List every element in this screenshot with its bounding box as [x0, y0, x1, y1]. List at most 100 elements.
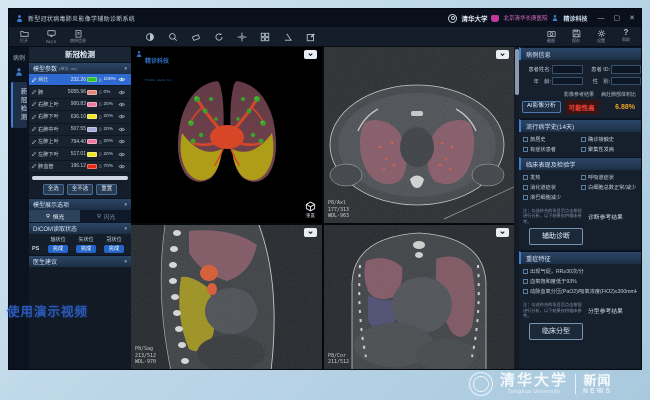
section-clinical[interactable]: 临床表现及检验学	[519, 157, 641, 170]
screenshot-button[interactable]: 截图	[542, 29, 560, 45]
sagittal-ct-slice[interactable]	[131, 225, 322, 369]
section-display-options[interactable]: 模型展示选项 ▾	[29, 198, 131, 210]
model-row-rll[interactable]: 右肺下叶 636.10 20%	[29, 111, 131, 123]
checkbox-travel-history[interactable]: 旅居史	[523, 136, 579, 143]
visibility-eye-icon[interactable]	[118, 138, 126, 145]
tab-flash-light[interactable]: 闪光	[80, 210, 131, 222]
patient-name-input[interactable]	[552, 65, 583, 74]
tab-covid-detection[interactable]: 新冠检测	[11, 82, 27, 128]
gender-input[interactable]	[611, 77, 641, 86]
clinical-typing-button[interactable]: 临床分型	[529, 323, 583, 340]
checkbox-shortness-of-breath[interactable]: 出现气促，RR≥30次/分	[523, 268, 637, 275]
visibility-eye-icon[interactable]	[118, 163, 126, 170]
color-chip[interactable]	[87, 90, 97, 95]
help-button[interactable]: ? 帮助	[617, 29, 635, 45]
checkbox-icon[interactable]	[523, 185, 528, 190]
checkbox-icon[interactable]	[523, 175, 528, 180]
checkbox-contact-history[interactable]: 确诊接触史	[581, 136, 637, 143]
viewport-menu-button[interactable]	[496, 228, 509, 237]
checkbox-fever[interactable]: 发热	[523, 174, 579, 181]
pan-crosshair-icon[interactable]	[237, 32, 247, 42]
color-chip[interactable]	[87, 127, 97, 132]
rotate-tool-icon[interactable]	[214, 32, 224, 42]
visibility-eye-icon[interactable]	[118, 76, 126, 83]
annotate-edit-icon[interactable]	[306, 32, 316, 42]
section-epidemiology[interactable]: 流行病学史(14天)	[519, 119, 641, 132]
case-info-button[interactable]: 病例信息	[69, 29, 87, 45]
viewport-sagittal[interactable]: P8/Sag 213/512 WDL-970	[131, 225, 322, 369]
close-button[interactable]: ✕	[629, 15, 635, 22]
checkbox-icon[interactable]	[523, 279, 528, 284]
reset-button[interactable]: 重置	[96, 184, 117, 196]
color-chip[interactable]	[87, 152, 97, 157]
opacity-slider[interactable]	[32, 176, 128, 180]
color-chip[interactable]	[87, 164, 97, 169]
zoom-tool-icon[interactable]	[168, 32, 178, 42]
checkbox-cluster-onset[interactable]: 聚集性发病	[581, 146, 637, 153]
checkbox-low-spo2[interactable]: 血氧饱和度低于93%	[523, 278, 637, 285]
open-button[interactable]: 打开	[15, 29, 33, 45]
checkbox-pao2-fio2[interactable]: 动脉血氧分压(PaO2)/吸氧浓度(FiO2)≤300mmHg	[523, 288, 637, 295]
checkbox-lymphopenia[interactable]: 淋巴细胞减少	[523, 194, 579, 201]
model-row-rml[interactable]: 右肺中叶 507.55 20%	[29, 124, 131, 136]
viewport-menu-button[interactable]	[304, 228, 317, 237]
checkbox-wbc-normal-low[interactable]: 白细胞总数正常/减少	[581, 184, 637, 191]
maximize-button[interactable]: ▢	[614, 15, 621, 22]
viewport-menu-button[interactable]	[496, 50, 509, 59]
visibility-eye-icon[interactable]	[118, 151, 126, 158]
save-button[interactable]: 保存	[567, 29, 585, 45]
settings-button[interactable]: 设置	[592, 29, 610, 45]
section-doctor-advice[interactable]: 医生建议 ▾	[29, 255, 131, 267]
measure-angle-icon[interactable]	[283, 32, 293, 42]
tab-constant-light[interactable]: 恒光	[29, 210, 80, 222]
checkbox-icon[interactable]	[523, 137, 528, 142]
checkbox-icon[interactable]	[523, 269, 528, 274]
tab-case-label[interactable]: 病例	[13, 53, 25, 62]
layout-grid-icon[interactable]	[260, 32, 270, 42]
ai-analysis-button[interactable]: AI影像分析	[522, 101, 561, 114]
color-chip[interactable]	[87, 102, 97, 107]
viewport-axial[interactable]: P0/Axl 177/313 WDL-963	[324, 47, 514, 223]
visibility-eye-icon[interactable]	[118, 101, 126, 108]
select-none-button[interactable]: 全不选	[67, 184, 94, 196]
viewport-coronal[interactable]: P8/Cor 211/512	[324, 225, 514, 369]
axial-ct-slice[interactable]	[324, 47, 514, 223]
minimize-button[interactable]: —	[598, 15, 605, 22]
model-row-lll[interactable]: 左肺下叶 517.01 20%	[29, 148, 131, 160]
model-row-vessels[interactable]: 肺血管 196.12 70%	[29, 161, 131, 173]
checkbox-icon[interactable]	[581, 147, 586, 152]
checkbox-icon[interactable]	[523, 289, 528, 294]
reset-view-control[interactable]: 重置	[305, 201, 316, 219]
model-row-lung[interactable]: 肺 5055.96 0%	[29, 86, 131, 98]
checkbox-digestive-symptoms[interactable]: 消化道症状	[523, 184, 579, 191]
patient-id-input[interactable]	[611, 65, 641, 74]
axial-done-button[interactable]: 完成	[48, 245, 68, 253]
section-model-params[interactable]: 模型参数 (单位: mL) ▾	[29, 62, 131, 74]
coronal-done-button[interactable]: 完成	[104, 245, 124, 253]
checkbox-respiratory-symptoms[interactable]: 呼吸道症状	[581, 174, 637, 181]
pacs-button[interactable]: PACS	[42, 29, 60, 44]
section-severe-features[interactable]: 重症特征	[519, 251, 641, 264]
checkbox-icon[interactable]	[581, 185, 586, 190]
coronal-ct-slice[interactable]	[324, 225, 514, 369]
color-chip[interactable]	[87, 77, 97, 82]
color-chip[interactable]	[87, 114, 97, 119]
checkbox-icon[interactable]	[581, 175, 586, 180]
sagittal-done-button[interactable]: 完成	[76, 245, 96, 253]
eraser-tool-icon[interactable]	[191, 32, 201, 42]
checkbox-icon[interactable]	[581, 137, 586, 142]
visibility-eye-icon[interactable]	[118, 113, 126, 120]
viewport-menu-button[interactable]	[304, 50, 317, 59]
assist-diagnosis-button[interactable]: 辅助诊断	[529, 228, 583, 245]
viewport-3d[interactable]: 精诊科技 TRUE HEALTH	[131, 47, 322, 223]
visibility-eye-icon[interactable]	[118, 89, 126, 96]
age-input[interactable]	[552, 77, 583, 86]
model-row-lul[interactable]: 左肺上叶 794.40 20%	[29, 136, 131, 148]
checkbox-icon[interactable]	[523, 147, 528, 152]
model-row-rul[interactable]: 右肺上叶 900.83 20%	[29, 99, 131, 111]
checkbox-icon[interactable]	[523, 195, 528, 200]
visibility-eye-icon[interactable]	[118, 126, 126, 133]
model-row-lesion[interactable]: 病灶 232.26 100%	[29, 74, 131, 86]
window-level-contrast-icon[interactable]	[145, 32, 155, 42]
checkbox-symptomatic-patient[interactable]: 有症状患者	[523, 146, 579, 153]
